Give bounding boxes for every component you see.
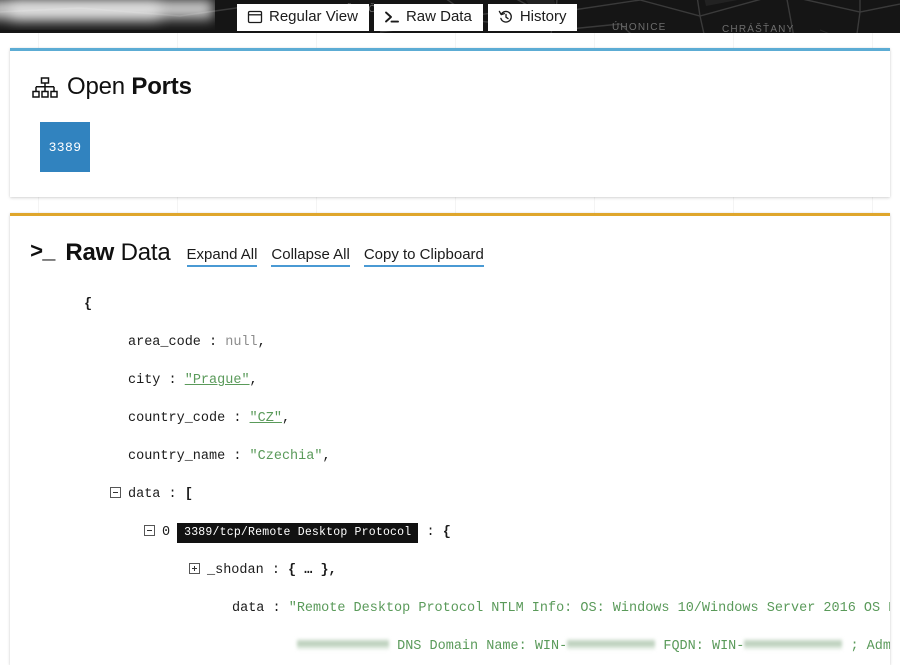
json-row-country-name: country_name : "Czechia", bbox=[32, 438, 890, 476]
json-key: area_code bbox=[128, 335, 201, 350]
expand-all-button[interactable]: Expand All bbox=[186, 245, 258, 267]
terminal-prompt-icon: >_ bbox=[30, 240, 55, 265]
json-value-banner-line1: "Remote Desktop Protocol NTLM Info: OS: … bbox=[288, 601, 890, 616]
json-open-bracket: [ bbox=[184, 487, 193, 502]
json-row-city: city : "Prague", bbox=[32, 362, 890, 400]
window-icon bbox=[247, 9, 263, 25]
json-key: data bbox=[232, 601, 265, 616]
json-colon: : bbox=[209, 335, 218, 350]
redaction-blur-highlight bbox=[10, 2, 160, 20]
json-row-shodan: _shodan : { … }, bbox=[32, 552, 890, 590]
json-tree: { area_code : null, city : "Prague", cou… bbox=[32, 286, 890, 665]
raw-data-heading-row: >_ Raw Data Expand All Collapse All Copy… bbox=[30, 240, 484, 267]
json-colon: : bbox=[233, 449, 242, 464]
json-value-banner-line2a: DNS Domain Name: WIN- bbox=[397, 639, 568, 654]
redacted-value bbox=[744, 638, 843, 650]
json-root-open: { bbox=[32, 286, 890, 324]
clock-history-icon bbox=[498, 9, 514, 25]
json-value: "Czechia" bbox=[249, 449, 323, 464]
json-row-country-code: country_code : "CZ", bbox=[32, 400, 890, 438]
raw-data-title-bold: Raw bbox=[65, 239, 115, 266]
json-comma: , bbox=[281, 411, 291, 426]
json-value-link[interactable]: "Prague" bbox=[185, 373, 250, 388]
json-open-brace: { bbox=[442, 525, 451, 540]
raw-data-title-light: Data bbox=[120, 239, 171, 266]
expand-toggle-shodan[interactable] bbox=[189, 562, 200, 574]
json-value-link[interactable]: "CZ" bbox=[250, 411, 282, 426]
json-colon: : bbox=[272, 601, 281, 616]
tab-history-label: History bbox=[519, 8, 567, 25]
json-value-banner-line2b: FQDN: WIN- bbox=[663, 639, 745, 654]
open-ports-card: Open Ports 3389 bbox=[10, 48, 890, 197]
json-key: data bbox=[128, 487, 161, 502]
json-key: _shodan bbox=[207, 563, 264, 578]
view-tabs: Regular View Raw Data History bbox=[237, 4, 578, 31]
tab-raw-data-label: Raw Data bbox=[405, 8, 472, 25]
tab-history[interactable]: History bbox=[487, 4, 578, 31]
tab-regular-view[interactable]: Regular View bbox=[237, 4, 369, 31]
json-colon: : bbox=[168, 487, 177, 502]
page-root: BĚLEČ ÚHONICE CHRÁŠŤANY Regular View bbox=[0, 0, 900, 665]
json-key: city bbox=[128, 373, 161, 388]
redacted-value bbox=[297, 638, 389, 650]
json-value: null bbox=[225, 335, 258, 350]
json-array-index: 0 bbox=[162, 525, 171, 540]
json-collapsed-object[interactable]: { … }, bbox=[288, 563, 337, 578]
json-colon: : bbox=[168, 373, 177, 388]
json-comma: , bbox=[322, 449, 331, 464]
sitemap-icon bbox=[32, 75, 58, 99]
json-key: country_code bbox=[128, 411, 226, 426]
json-colon: : bbox=[426, 525, 435, 540]
redacted-host-banner bbox=[0, 0, 215, 30]
open-ports-list: 3389 bbox=[40, 122, 90, 172]
open-ports-title: Open Ports bbox=[67, 74, 192, 100]
json-open-brace: { bbox=[84, 297, 93, 312]
json-comma: , bbox=[257, 335, 266, 350]
copy-to-clipboard-button[interactable]: Copy to Clipboard bbox=[363, 245, 484, 267]
json-colon: : bbox=[233, 411, 242, 426]
json-comma: , bbox=[249, 373, 258, 388]
raw-data-card: >_ Raw Data Expand All Collapse All Copy… bbox=[10, 213, 890, 665]
raw-data-heading: >_ Raw Data bbox=[30, 240, 171, 266]
service-badge: 3389/tcp/Remote Desktop Protocol bbox=[177, 523, 419, 543]
raw-data-actions: Expand All Collapse All Copy to Clipboar… bbox=[186, 245, 484, 267]
json-colon: : bbox=[271, 563, 280, 578]
open-ports-heading: Open Ports bbox=[32, 74, 192, 100]
port-chip-3389[interactable]: 3389 bbox=[40, 122, 90, 172]
raw-data-title: Raw Data bbox=[65, 240, 170, 266]
collapse-toggle-item-0[interactable] bbox=[144, 524, 155, 536]
json-row-area-code: area_code : null, bbox=[32, 324, 890, 362]
terminal-prompt-icon bbox=[384, 9, 400, 25]
json-value-banner-line2c: ; Administrat bbox=[850, 639, 890, 654]
redacted-value bbox=[567, 638, 656, 650]
collapse-toggle-data[interactable] bbox=[110, 486, 121, 498]
json-row-data-item-0: 0 3389/tcp/Remote Desktop Protocol : { bbox=[32, 514, 890, 552]
tab-raw-data[interactable]: Raw Data bbox=[373, 4, 483, 31]
open-ports-title-light: Open bbox=[67, 73, 125, 100]
json-row-data-field-cont: DNS Domain Name: WIN- FQDN: WIN- ; Admin… bbox=[32, 628, 890, 665]
tab-regular-view-label: Regular View bbox=[269, 8, 358, 25]
json-row-data-array: data : [ bbox=[32, 476, 890, 514]
collapse-all-button[interactable]: Collapse All bbox=[271, 245, 350, 267]
json-row-data-field: data : "Remote Desktop Protocol NTLM Inf… bbox=[32, 590, 890, 628]
open-ports-title-bold: Ports bbox=[131, 73, 192, 100]
json-key: country_name bbox=[128, 449, 226, 464]
